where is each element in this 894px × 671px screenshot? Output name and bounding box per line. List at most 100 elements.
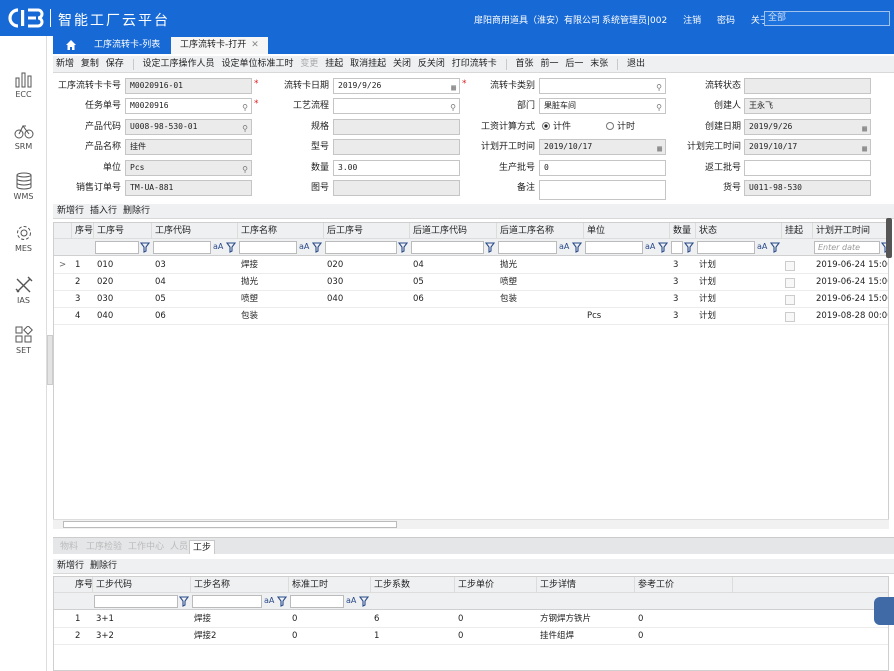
case-toggle-icon[interactable]: aA <box>346 596 356 605</box>
column-header[interactable]: 后道工序代码 <box>410 223 497 239</box>
card-no-field[interactable]: M0020916-01 <box>125 78 252 94</box>
remark-field[interactable] <box>539 180 666 200</box>
process-field[interactable]: ⚲ <box>333 98 460 114</box>
table-row[interactable]: 1 3+1 焊接 0 6 0 方钢焊方铁片 0 <box>54 611 888 628</box>
column-header[interactable]: 数量 <box>670 223 696 239</box>
filter-icon[interactable] <box>769 241 781 253</box>
filter-input[interactable] <box>94 595 178 608</box>
table-row[interactable]: >1 010 03 焊接 020 04 抛光 3 计划 2019-06-24 15:00 <box>54 257 888 274</box>
suspend-checkbox[interactable] <box>782 257 813 274</box>
column-header[interactable]: 工步名称 <box>191 577 289 593</box>
table-row[interactable]: 4 040 06 包装 Pcs 3 计划 2019-08-28 00:00 <box>54 308 888 325</box>
column-header[interactable]: 工步详情 <box>537 577 635 593</box>
new-button[interactable]: 新增 <box>53 56 76 70</box>
table-row[interactable]: 2 020 04 抛光 030 05 喷塑 3 计划 2019-06-24 15:00 <box>54 274 888 291</box>
password-link[interactable]: 密码 <box>717 16 735 26</box>
table-row[interactable]: 2 3+2 焊接2 0 1 0 挂件组焊 0 <box>54 628 888 645</box>
next-button[interactable]: 后一 <box>563 56 585 70</box>
suspend-checkbox[interactable] <box>782 308 813 325</box>
case-toggle-icon[interactable]: aA <box>559 242 569 251</box>
set-standard-time-button[interactable]: 设定单位标准工时 <box>219 56 295 70</box>
global-search-input[interactable]: 全部 <box>764 11 890 26</box>
column-header[interactable]: 挂起 <box>782 223 813 239</box>
filter-icon[interactable] <box>358 595 370 607</box>
grid-horizontal-scrollbar[interactable] <box>53 519 889 529</box>
filter-input[interactable] <box>290 595 344 608</box>
exit-button[interactable]: 退出 <box>625 56 647 70</box>
sidebar-item-set[interactable]: SET <box>0 326 47 355</box>
prev-button[interactable]: 前一 <box>538 56 560 70</box>
close-tab-icon[interactable]: ✕ <box>251 40 259 50</box>
column-header[interactable]: 状态 <box>696 223 782 239</box>
tab-work-center[interactable]: 工作中心 <box>125 540 167 554</box>
column-header[interactable]: 工序号 <box>94 223 152 239</box>
print-card-button[interactable]: 打印流转卡 <box>450 56 499 70</box>
suspend-checkbox[interactable] <box>782 274 813 291</box>
filter-icon[interactable] <box>178 595 190 607</box>
tab-card-list[interactable]: 工序流转卡-列表 <box>85 37 169 54</box>
search-icon[interactable]: ⚲ <box>450 101 456 115</box>
filter-input[interactable] <box>325 241 397 254</box>
set-operator-button[interactable]: 设定工序操作人员 <box>141 56 217 70</box>
task-no-field[interactable]: M0020916 ⚲ <box>125 98 252 114</box>
filter-icon[interactable] <box>311 241 323 253</box>
scroll-thumb[interactable] <box>63 521 397 528</box>
column-header[interactable]: 标准工时 <box>289 577 371 593</box>
tab-material[interactable]: 物料 <box>57 540 81 554</box>
case-toggle-icon[interactable]: aA <box>299 242 309 251</box>
tab-inspection[interactable]: 工序检验 <box>83 540 125 554</box>
filter-input[interactable] <box>697 241 755 254</box>
sidebar-item-mes[interactable]: MES <box>0 224 47 253</box>
filter-input[interactable] <box>192 595 262 608</box>
filter-input[interactable] <box>585 241 643 254</box>
side-panel-toggle[interactable] <box>874 597 894 625</box>
column-header[interactable]: 后工序号 <box>324 223 410 239</box>
batch-field[interactable]: 0 <box>539 160 666 176</box>
filter-icon[interactable] <box>139 241 151 253</box>
filter-icon[interactable] <box>225 241 237 253</box>
search-icon[interactable]: ⚲ <box>242 163 248 177</box>
cancel-suspend-button[interactable]: 取消挂起 <box>348 56 388 70</box>
column-header[interactable]: 后道工序名称 <box>497 223 584 239</box>
filter-input[interactable] <box>239 241 297 254</box>
column-header[interactable]: 单位 <box>584 223 670 239</box>
plan-end-field[interactable]: 2019/10/17 ▦ <box>744 139 871 155</box>
delete-step-row-button[interactable]: 删除行 <box>86 559 119 572</box>
card-type-field[interactable]: ⚲ <box>539 78 666 94</box>
column-header[interactable]: 序号 <box>72 577 93 593</box>
filter-icon[interactable] <box>484 241 496 253</box>
tab-work-step[interactable]: 工步 <box>189 540 216 554</box>
card-date-field[interactable]: 2019/9/26 ▦ <box>333 78 460 94</box>
last-button[interactable]: 末张 <box>588 56 610 70</box>
delete-row-button[interactable]: 删除行 <box>119 204 152 217</box>
column-header[interactable]: 工序代码 <box>152 223 238 239</box>
tab-card-open[interactable]: 工序流转卡-打开 ✕ <box>171 37 268 54</box>
save-button[interactable]: 保存 <box>104 56 126 70</box>
case-toggle-icon[interactable]: aA <box>757 242 767 251</box>
sidebar-item-ecc[interactable]: ECC <box>0 70 47 99</box>
filter-icon[interactable] <box>683 241 695 253</box>
sidebar-item-srm[interactable]: SRM <box>0 122 47 151</box>
case-toggle-icon[interactable]: aA <box>213 242 223 251</box>
filter-input[interactable] <box>95 241 139 254</box>
case-toggle-icon[interactable]: aA <box>264 596 274 605</box>
calc-time-radio[interactable]: 计时 <box>606 119 635 135</box>
filter-input[interactable] <box>498 241 557 254</box>
column-header[interactable]: 计划开工时间 <box>813 223 888 239</box>
home-icon[interactable] <box>65 39 77 51</box>
column-header[interactable]: 参考工价 <box>635 577 733 593</box>
suspend-checkbox[interactable] <box>782 291 813 308</box>
first-button[interactable]: 首张 <box>514 56 536 70</box>
search-icon[interactable]: ⚲ <box>242 101 248 115</box>
change-button[interactable]: 变更 <box>298 56 320 70</box>
sidebar-item-wms[interactable]: WMS <box>0 172 47 201</box>
table-row[interactable]: 3 030 05 喷塑 040 06 包装 3 计划 2019-06-24 15:00 <box>54 291 888 308</box>
add-row-button[interactable]: 新增行 <box>53 204 86 217</box>
filter-input[interactable] <box>153 241 211 254</box>
logout-link[interactable]: 注销 <box>683 16 701 26</box>
tab-personnel[interactable]: 人员 <box>167 540 191 554</box>
filter-icon[interactable] <box>571 241 583 253</box>
calendar-icon[interactable]: ▦ <box>862 142 867 156</box>
case-toggle-icon[interactable]: aA <box>645 242 655 251</box>
calendar-icon[interactable]: ▦ <box>451 81 456 95</box>
